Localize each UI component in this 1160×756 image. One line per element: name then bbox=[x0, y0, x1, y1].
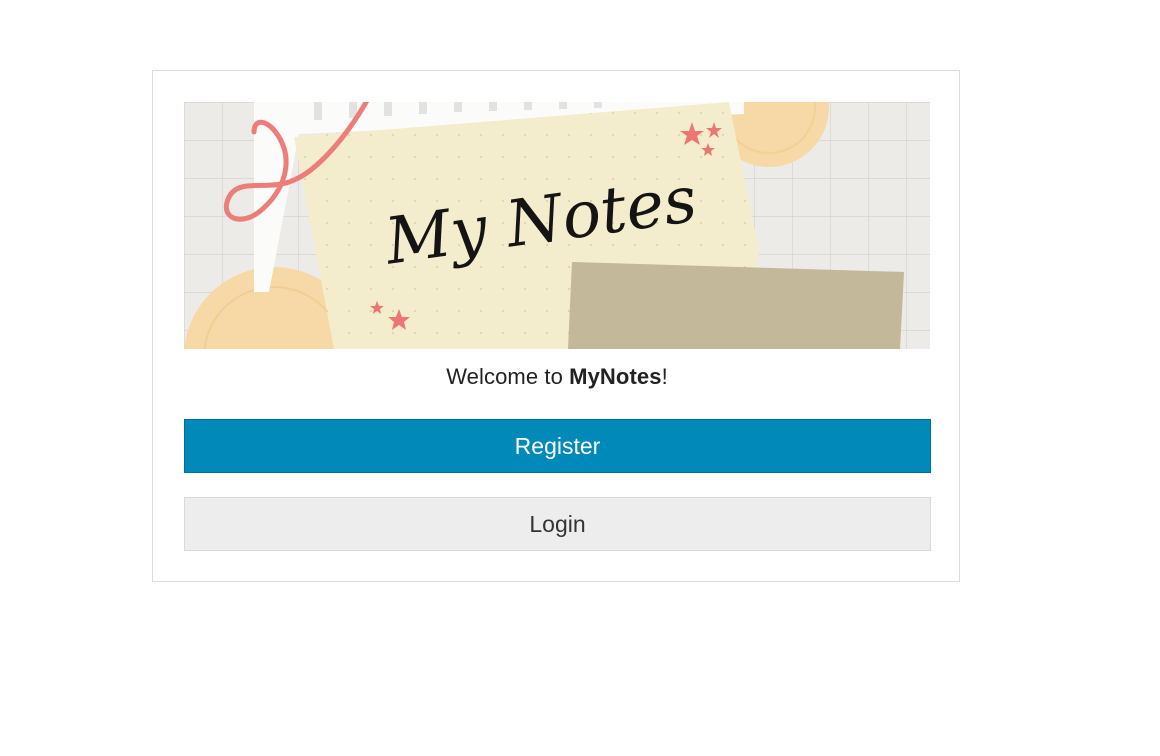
welcome-card: My Notes Welcome to MyNotes! Register Lo… bbox=[152, 70, 960, 582]
register-button[interactable]: Register bbox=[184, 419, 931, 473]
mynotes-banner-image: My Notes bbox=[184, 102, 930, 349]
welcome-prefix: Welcome to bbox=[446, 364, 570, 389]
login-button[interactable]: Login bbox=[184, 497, 931, 551]
welcome-suffix: ! bbox=[661, 364, 668, 389]
app-name: MyNotes bbox=[569, 364, 662, 389]
welcome-message: Welcome to MyNotes! bbox=[184, 364, 930, 390]
